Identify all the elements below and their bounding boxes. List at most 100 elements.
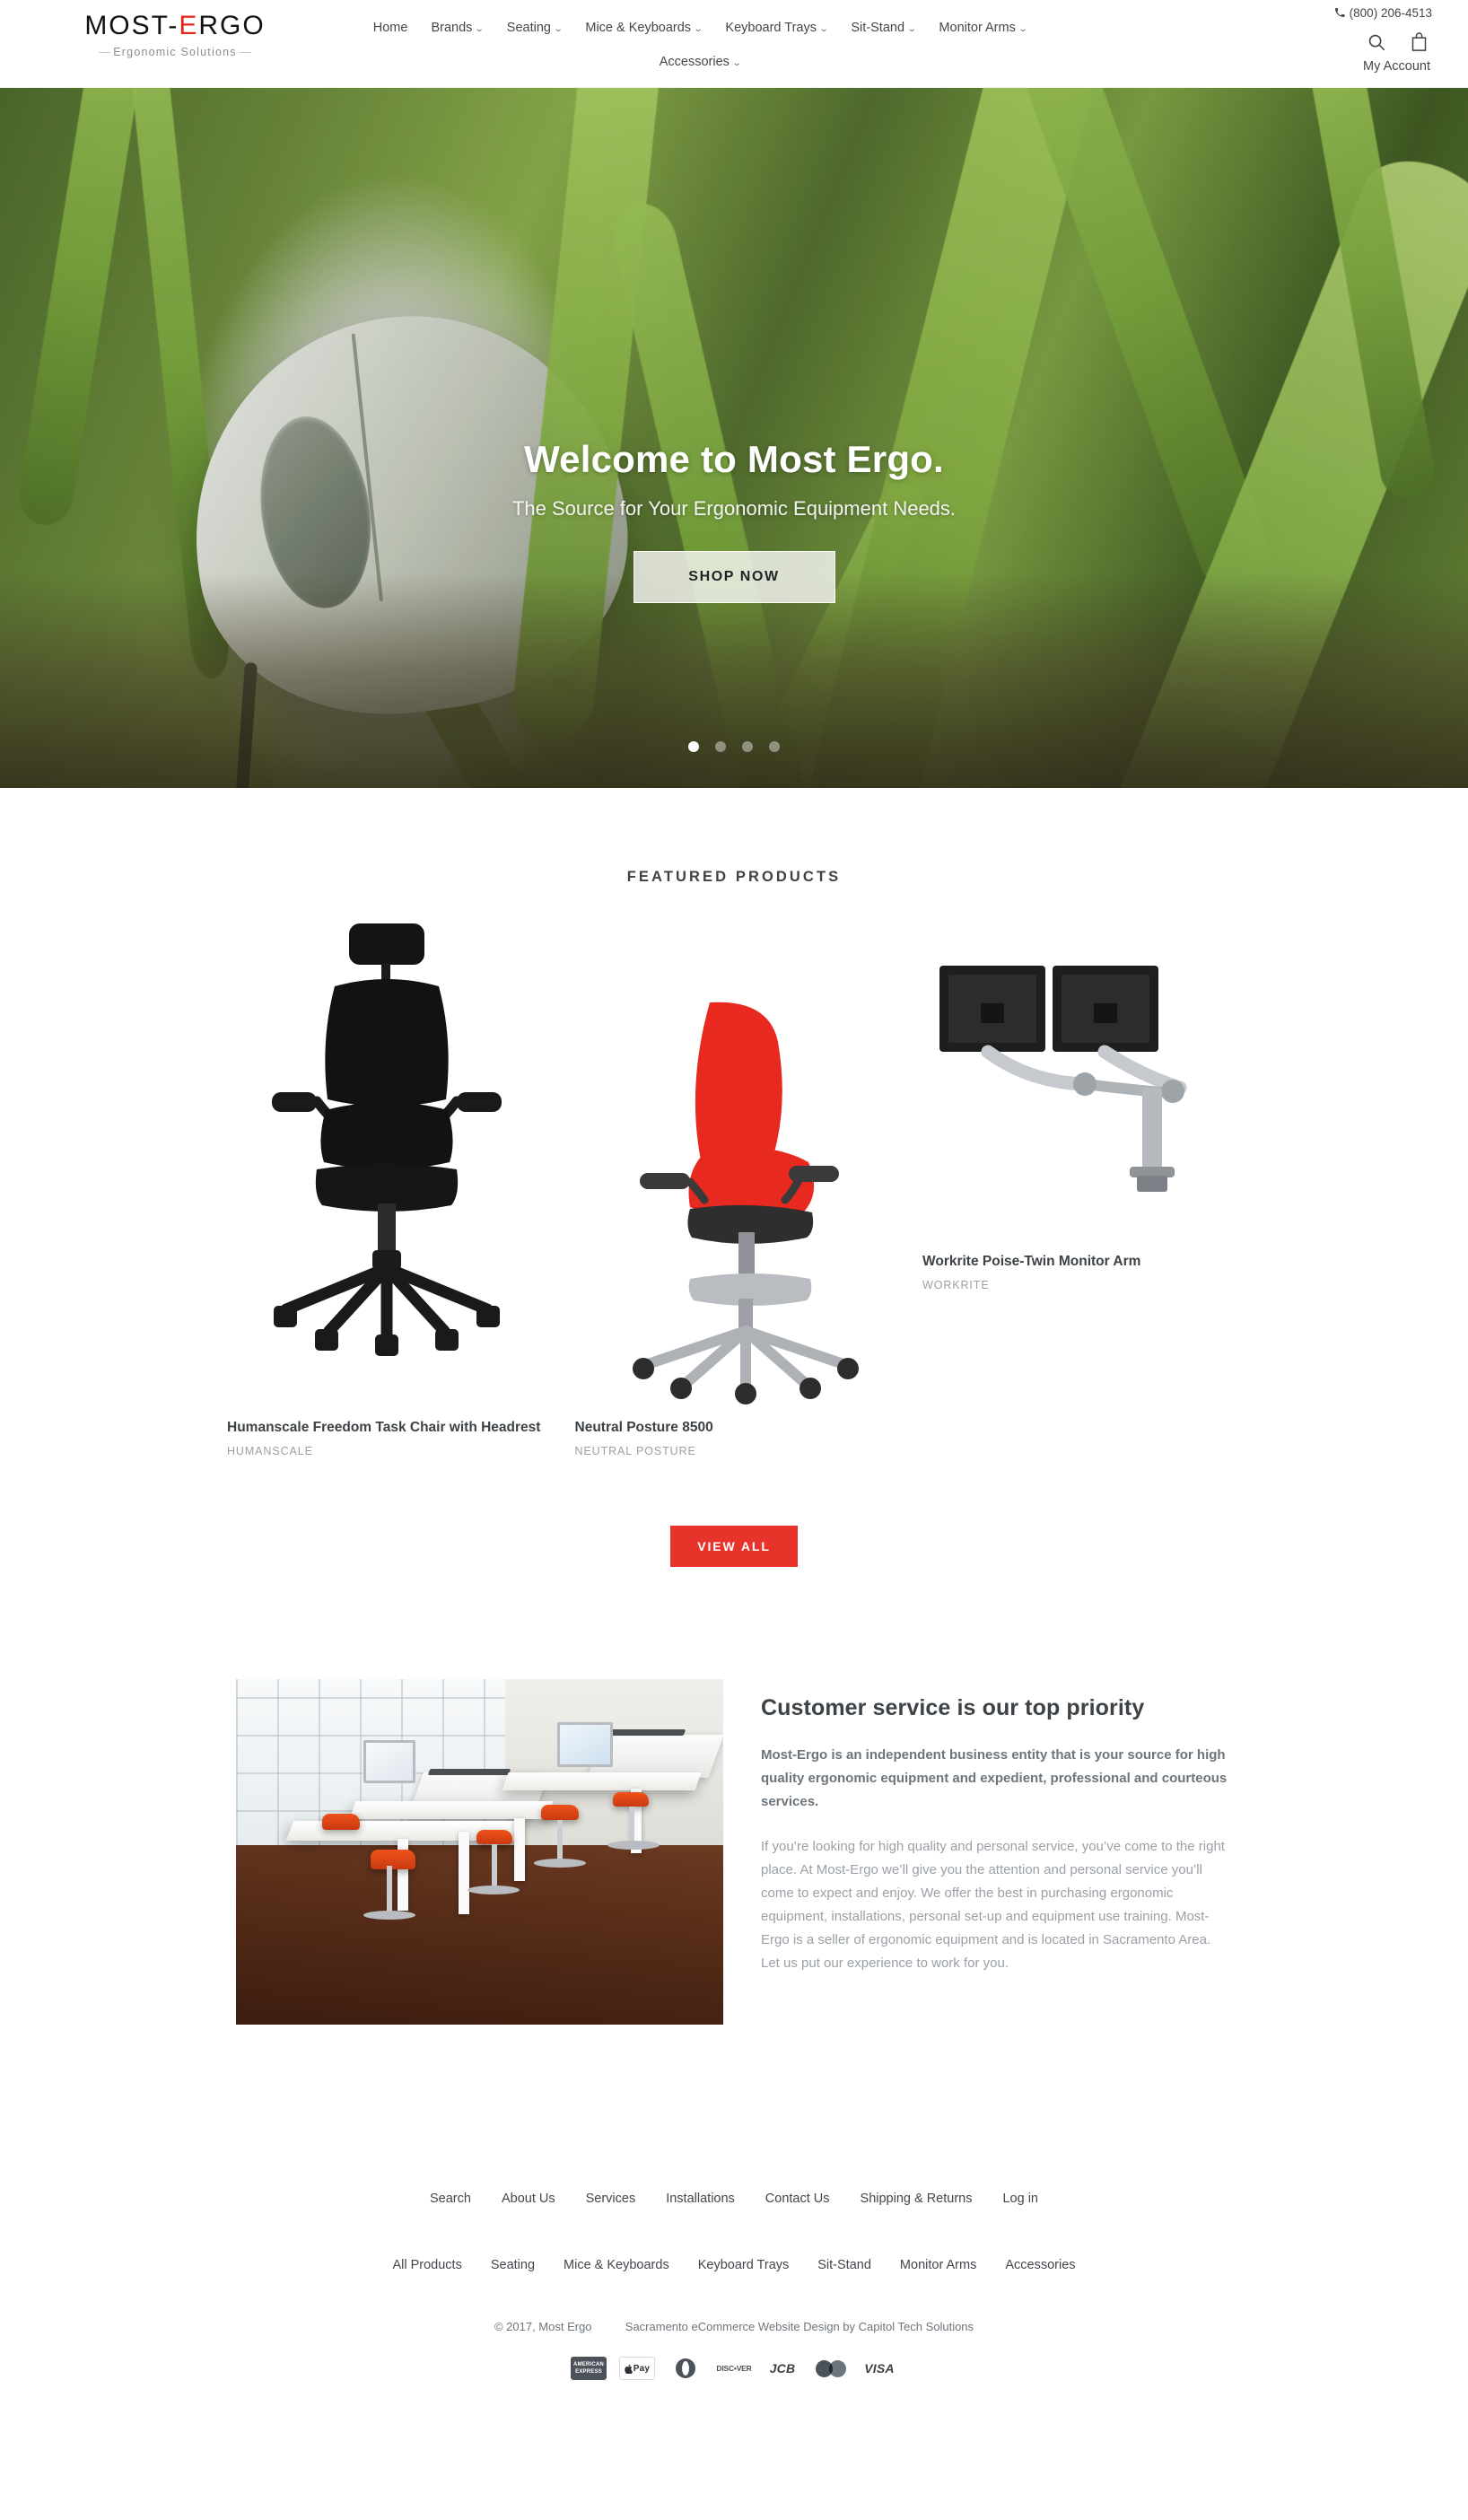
logo-tagline: Ergonomic Solutions xyxy=(113,46,237,58)
nav-item-label: Seating xyxy=(506,21,551,35)
footer-link-monitor-arms[interactable]: Monitor Arms xyxy=(900,2258,976,2272)
desk-surface xyxy=(502,1772,702,1790)
nav-item-brands[interactable]: Brands ⌄ xyxy=(431,14,485,43)
search-icon[interactable] xyxy=(1367,32,1386,52)
product-info: Humanscale Freedom Task Chair with Headr… xyxy=(227,1405,546,1457)
phone-link[interactable]: (800) 206-4513 xyxy=(1226,5,1432,22)
desk-surface xyxy=(349,1801,554,1819)
hero-title: Welcome to Most Ergo. xyxy=(524,438,944,480)
shop-now-button[interactable]: SHOP NOW xyxy=(633,551,835,603)
orange-stool xyxy=(613,1792,649,1807)
nav-item-label: Accessories xyxy=(659,55,730,69)
orange-stool xyxy=(371,1850,415,1869)
customer-service-section: Customer service is our top priority Mos… xyxy=(236,1679,1232,2025)
logo-dash-right: — xyxy=(236,46,251,58)
header-icon-group xyxy=(1226,31,1432,52)
mastercard-icon xyxy=(813,2357,849,2380)
dual-monitor-arm-mount-icon xyxy=(939,966,1186,1192)
carousel-dot-4[interactable] xyxy=(769,741,780,752)
product-card[interactable]: Workrite Poise-Twin Monitor Arm WORKRITE xyxy=(922,916,1241,1291)
nav-item-label: Sit-Stand xyxy=(851,21,905,35)
logo-dash-left: — xyxy=(99,46,114,58)
hero-subtitle: The Source for Your Ergonomic Equipment … xyxy=(511,497,957,520)
product-vendor: HUMANSCALE xyxy=(227,1445,313,1457)
nav-item-seating[interactable]: Seating ⌄ xyxy=(506,14,564,43)
product-image[interactable] xyxy=(227,916,546,1405)
diners-club-mark xyxy=(676,2358,695,2378)
apple-logo-icon xyxy=(625,2364,633,2374)
carousel-dot-2[interactable] xyxy=(715,741,726,752)
footer-link-seating[interactable]: Seating xyxy=(491,2258,535,2272)
amex-line2: EXPRESS xyxy=(575,2369,602,2375)
my-account-link[interactable]: My Account xyxy=(1226,59,1432,74)
site-logo[interactable]: MOST-ERGO — Ergonomic Solutions — xyxy=(72,11,278,58)
product-title[interactable]: Neutral Posture 8500 xyxy=(575,1418,894,1438)
stool-post xyxy=(387,1866,392,1912)
nav-item-keyboard-trays[interactable]: Keyboard Trays ⌄ xyxy=(725,14,829,43)
product-vendor: NEUTRAL POSTURE xyxy=(574,1445,696,1457)
featured-products-title: FEATURED PRODUCTS xyxy=(626,869,842,885)
nav-row-secondary: Accessories ⌄ xyxy=(296,48,1104,77)
hero-content: Welcome to Most Ergo. The Source for You… xyxy=(0,438,1468,603)
chevron-down-icon: ⌄ xyxy=(731,58,742,68)
footer-link-log-in[interactable]: Log in xyxy=(1002,2192,1038,2206)
footer-link-installations[interactable]: Installations xyxy=(666,2192,735,2206)
product-image[interactable] xyxy=(922,916,1241,1239)
nav-item-label: Keyboard Trays xyxy=(725,21,817,35)
product-info: Workrite Poise-Twin Monitor Arm WORKRITE xyxy=(922,1239,1241,1291)
orange-stool xyxy=(322,1814,360,1830)
orange-stool xyxy=(541,1805,579,1820)
chevron-down-icon: ⌄ xyxy=(906,24,917,34)
footer-category-row: All Products Seating Mice & Keyboards Keybo… xyxy=(0,2257,1468,2273)
footer-link-about-us[interactable]: About Us xyxy=(502,2192,555,2206)
product-vendor: WORKRITE xyxy=(922,1279,990,1291)
footer-link-keyboard-trays[interactable]: Keyboard Trays xyxy=(698,2258,790,2272)
nav-item-sit-stand[interactable]: Sit-Stand ⌄ xyxy=(851,14,917,43)
product-info: Neutral Posture 8500 NEUTRAL POSTURE xyxy=(575,1405,894,1457)
footer-link-all-products[interactable]: All Products xyxy=(392,2258,461,2272)
phone-number: (800) 206-4513 xyxy=(1349,6,1432,20)
product-card[interactable]: Humanscale Freedom Task Chair with Headr… xyxy=(227,916,546,1457)
footer-link-sit-stand[interactable]: Sit-Stand xyxy=(817,2258,871,2272)
footer-link-mice-keyboards[interactable]: Mice & Keyboards xyxy=(564,2258,669,2272)
jcb-icon: JCB xyxy=(769,2361,796,2376)
nav-item-accessories[interactable]: Accessories ⌄ xyxy=(659,48,742,77)
product-card[interactable]: Neutral Posture 8500 NEUTRAL POSTURE xyxy=(575,916,894,1457)
carousel-dot-1[interactable] xyxy=(688,741,699,752)
view-all-wrapper: VIEW ALL xyxy=(0,1526,1468,1567)
product-title[interactable]: Workrite Poise-Twin Monitor Arm xyxy=(922,1252,1241,1272)
product-title[interactable]: Humanscale Freedom Task Chair with Headr… xyxy=(227,1418,546,1438)
stool-base xyxy=(607,1841,660,1850)
site-header: MOST-ERGO — Ergonomic Solutions — Home Br… xyxy=(0,0,1468,88)
customer-service-heading: Customer service is our top priority xyxy=(761,1695,1145,1720)
nav-item-label: Monitor Arms xyxy=(939,21,1016,35)
desk-leg xyxy=(459,1832,469,1914)
copyright-text: © 2017, Most Ergo xyxy=(494,2320,592,2333)
featured-products-section: FEATURED PRODUCTS Humanscale Freedom Tas… xyxy=(0,788,1468,1567)
footer-link-shipping-returns[interactable]: Shipping & Returns xyxy=(861,2192,973,2206)
stool-base xyxy=(467,1886,520,1894)
footer-link-contact-us[interactable]: Contact Us xyxy=(765,2192,830,2206)
nav-item-home[interactable]: Home xyxy=(373,14,408,41)
chevron-down-icon: ⌄ xyxy=(1018,24,1028,34)
footer-link-accessories[interactable]: Accessories xyxy=(1005,2258,1075,2272)
monitor-graphic xyxy=(557,1722,613,1767)
nav-item-mice-keyboards[interactable]: Mice & Keyboards ⌄ xyxy=(585,14,703,43)
carousel-dot-3[interactable] xyxy=(742,741,753,752)
nav-item-monitor-arms[interactable]: Monitor Arms ⌄ xyxy=(939,14,1027,43)
footer-link-search[interactable]: Search xyxy=(430,2192,471,2206)
footer-link-services[interactable]: Services xyxy=(586,2192,636,2206)
stool-post xyxy=(629,1807,634,1842)
shopping-bag-icon[interactable] xyxy=(1410,31,1429,52)
product-image[interactable] xyxy=(575,916,894,1405)
logo-wordmark: MOST-ERGO xyxy=(72,11,278,41)
logo-prefix: MOST- xyxy=(84,11,179,40)
amex-icon: AMERICAN EXPRESS xyxy=(571,2357,607,2380)
view-all-button[interactable]: VIEW ALL xyxy=(670,1526,798,1567)
nav-row-primary: Home Brands ⌄ Seating ⌄ Mice & Keyboards ⌄ Keyb… xyxy=(296,14,1104,43)
nav-item-label: Mice & Keyboards xyxy=(585,21,692,35)
desk-leg xyxy=(514,1818,525,1881)
chevron-down-icon: ⌄ xyxy=(818,24,829,34)
customer-service-text: Customer service is our top priority Mos… xyxy=(761,1679,1232,2025)
office-sit-stand-desks-photo xyxy=(236,1679,723,2025)
